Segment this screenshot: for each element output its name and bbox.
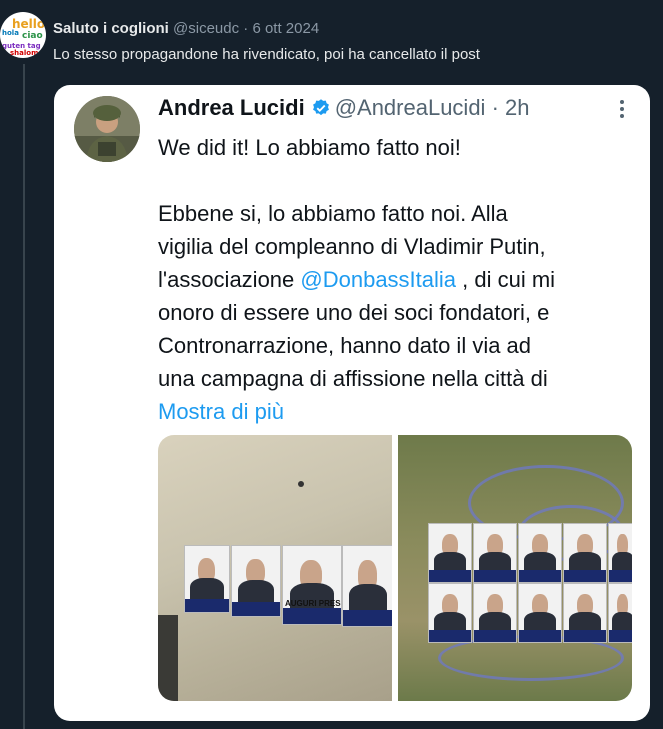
separator: · (491, 95, 499, 120)
poster: AUGURI PRESIDENTE! (282, 545, 342, 625)
photo-left[interactable]: AUGURI PRESIDENTE! (158, 435, 392, 701)
quoted-avatar[interactable] (74, 96, 140, 162)
thread-line (23, 64, 25, 729)
tweet-line: onoro di essere uno dei soci fondatori, … (158, 300, 550, 325)
quoted-time[interactable]: 2h (505, 95, 529, 120)
post-header: Saluto i coglioni @siceudc · 6 ott 2024 (53, 20, 319, 37)
quoted-tweet-text: We did it! Lo abbiamo fatto noi! Ebbene … (158, 131, 638, 428)
tweet-line: l'associazione @DonbassItalia , di cui m… (158, 263, 638, 296)
post-text: Lo stesso propagandone ha rivendicato, p… (53, 46, 480, 63)
avatar-word: ciao (22, 31, 43, 41)
display-name[interactable]: Saluto i coglioni (53, 20, 169, 37)
poster-caption: AUGURI PRESIDENTE! (285, 599, 342, 609)
show-more-link[interactable]: Mostra di più (158, 395, 638, 428)
poster (342, 545, 392, 627)
quoted-display-name[interactable]: Andrea Lucidi (158, 95, 305, 120)
tweet-line: Ebbene si, lo abbiamo fatto noi. Alla (158, 201, 508, 226)
avatar-word: hola (2, 29, 19, 37)
quoted-header: Andrea Lucidi @AndreaLucidi · 2h (158, 95, 530, 121)
poster (428, 583, 472, 643)
quoted-tweet-card[interactable]: Andrea Lucidi @AndreaLucidi · 2h We did i… (54, 85, 650, 721)
user-avatar[interactable]: hello ciao guten tag shalom hola (0, 12, 46, 58)
poster (428, 523, 472, 583)
poster (473, 583, 517, 643)
quoted-handle[interactable]: @AndreaLucidi (335, 95, 486, 120)
verified-badge-icon (312, 99, 329, 116)
tweet-line: We did it! Lo abbiamo fatto noi! (158, 135, 461, 160)
poster (518, 523, 562, 583)
tweet-line: vigilia del compleanno di Vladimir Putin… (158, 234, 546, 259)
photo-spot (298, 481, 304, 487)
poster (563, 523, 607, 583)
mention-link[interactable]: @DonbassItalia (300, 267, 456, 292)
tweet-line: una campagna di affissione nella città d… (158, 366, 548, 391)
media-grid: AUGURI PRESIDENTE! (158, 435, 632, 701)
poster (563, 583, 607, 643)
more-options-icon[interactable] (620, 97, 626, 121)
separator: · (243, 20, 249, 37)
avatar-word: shalom (10, 49, 39, 57)
photo-right[interactable] (398, 435, 632, 701)
tweet-line: Contronarrazione, hanno dato il via ad (158, 333, 532, 358)
poster (608, 583, 632, 643)
poster (231, 545, 281, 617)
photo-shadow (158, 615, 178, 701)
tweet-text-segment: , di cui mi (456, 267, 556, 292)
poster (184, 545, 230, 613)
user-handle[interactable]: @siceudc (173, 20, 239, 37)
post-date[interactable]: 6 ott 2024 (252, 20, 319, 37)
soldier-avatar-icon (74, 96, 140, 162)
poster (473, 523, 517, 583)
poster (518, 583, 562, 643)
poster (608, 523, 632, 583)
tweet-text-segment: l'associazione (158, 267, 301, 292)
